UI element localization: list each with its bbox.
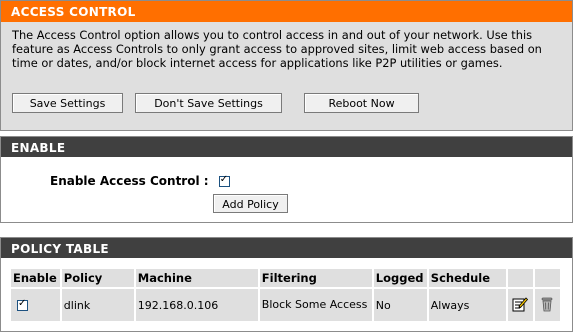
- enable-title: ENABLE: [1, 137, 572, 157]
- column-header-policy: Policy: [61, 269, 134, 287]
- column-header-logged: Logged: [373, 269, 427, 287]
- policy-table-panel: POLICY TABLE Enable Policy Machine Filte…: [0, 237, 573, 332]
- row-logged: No: [373, 287, 427, 321]
- access-control-description: The Access Control option allows you to …: [12, 28, 542, 70]
- row-machine: 192.168.0.106: [135, 287, 258, 321]
- column-header-filtering: Filtering: [259, 269, 372, 287]
- add-policy-button[interactable]: Add Policy: [213, 194, 288, 213]
- dont-save-settings-button[interactable]: Don't Save Settings: [135, 93, 282, 113]
- table-row: ✓ dlink 192.168.0.106 Block Some Access …: [11, 287, 560, 321]
- row-schedule: Always: [428, 287, 506, 321]
- column-header-machine: Machine: [135, 269, 258, 287]
- save-settings-button[interactable]: Save Settings: [12, 93, 123, 113]
- column-header-delete: [534, 269, 560, 287]
- access-control-panel: ACCESS CONTROL The Access Control option…: [0, 0, 573, 131]
- trash-icon[interactable]: [539, 296, 555, 312]
- check-icon: ✓: [219, 174, 229, 185]
- policy-table: Enable Policy Machine Filtering Logged S…: [9, 269, 562, 321]
- check-icon: ✓: [18, 298, 27, 309]
- row-policy: dlink: [61, 287, 134, 321]
- enable-access-control-checkbox[interactable]: ✓: [218, 174, 230, 187]
- row-delete-cell: [534, 287, 560, 321]
- reboot-now-button[interactable]: Reboot Now: [304, 93, 419, 113]
- edit-icon[interactable]: [512, 296, 528, 312]
- column-header-edit: [507, 269, 533, 287]
- column-header-schedule: Schedule: [428, 269, 506, 287]
- enable-access-control-row: Enable Access Control : ✓: [50, 174, 230, 188]
- row-enable-checkbox[interactable]: ✓: [17, 298, 28, 311]
- row-enable-cell: ✓: [11, 287, 60, 321]
- policy-table-title: POLICY TABLE: [1, 238, 572, 258]
- table-header-row: Enable Policy Machine Filtering Logged S…: [11, 269, 560, 287]
- access-control-title: ACCESS CONTROL: [1, 1, 572, 22]
- column-header-enable: Enable: [11, 269, 60, 287]
- row-filtering: Block Some Access: [259, 287, 372, 321]
- row-edit-cell: [507, 287, 533, 321]
- enable-access-control-label: Enable Access Control :: [50, 174, 209, 188]
- enable-panel: ENABLE Enable Access Control : ✓ Add Pol…: [0, 136, 573, 223]
